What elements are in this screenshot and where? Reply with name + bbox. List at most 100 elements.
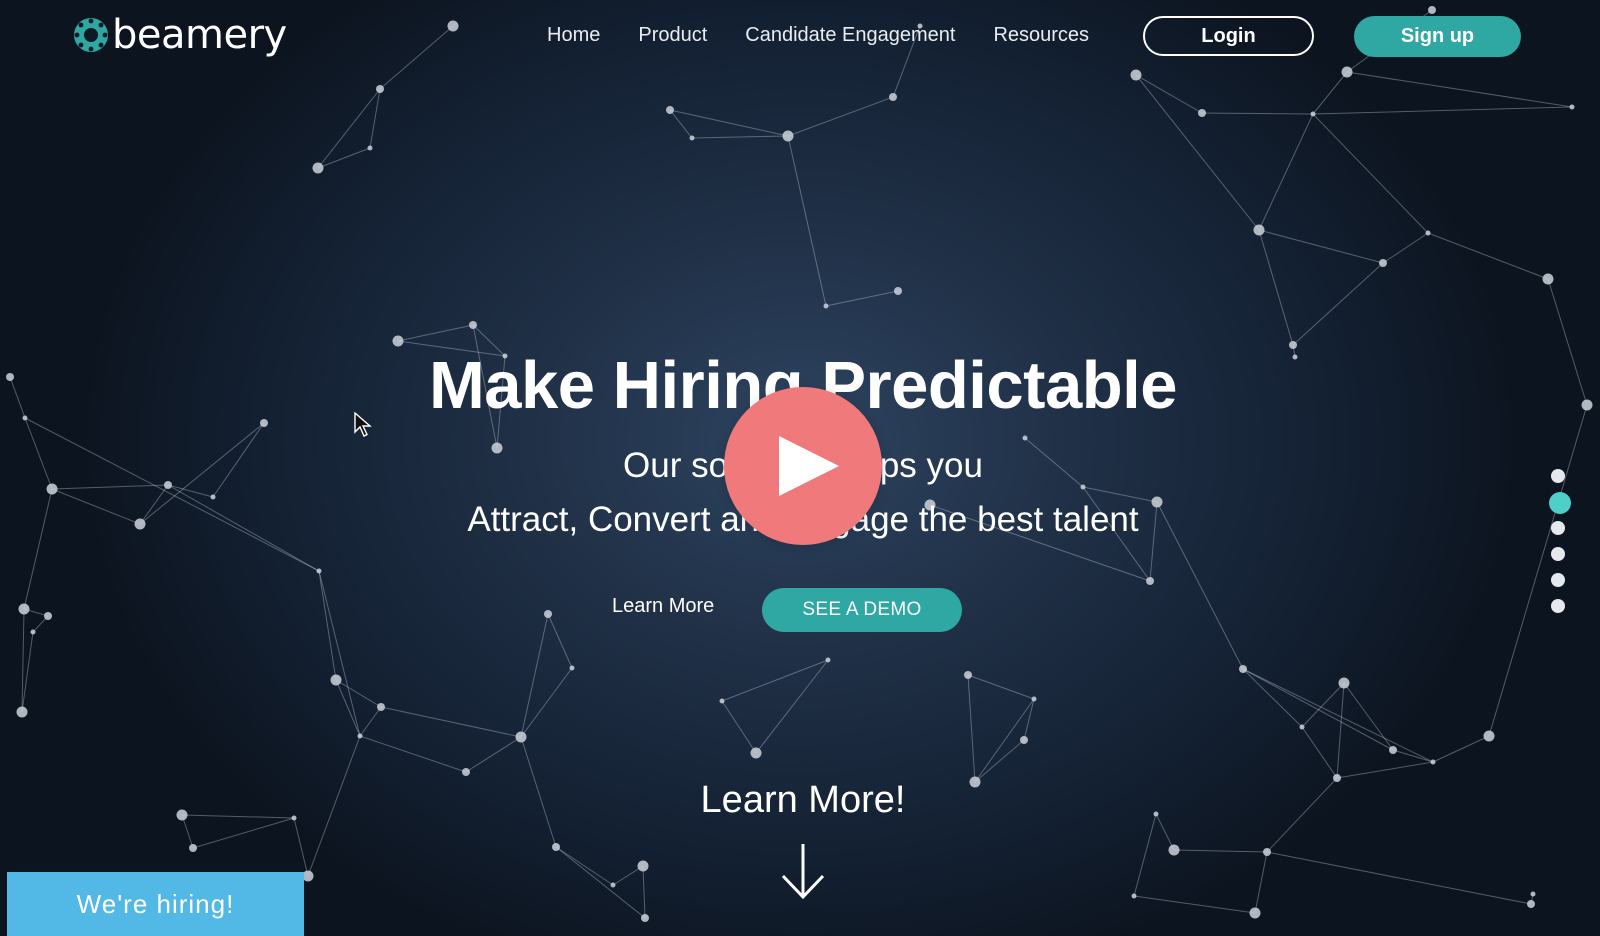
network-edge [1427,232,1549,280]
nav-item-home[interactable]: Home [547,20,600,50]
network-edge [1336,682,1345,779]
network-edge [397,324,474,342]
section-dot-5[interactable] [1551,573,1565,587]
nav-item-resources[interactable]: Resources [993,20,1089,50]
network-edge [547,613,573,669]
nav-item-candidate-engagement[interactable]: Candidate Engagement [745,20,955,50]
network-node [447,20,459,32]
network-node [1430,759,1436,765]
network-node [367,145,373,151]
network-node [357,733,363,739]
network-node [330,674,342,686]
network-edge [1258,113,1314,231]
network-edge [24,417,320,572]
network-edge [1133,813,1157,897]
network-edge [1382,232,1429,264]
section-dot-4[interactable] [1551,547,1565,561]
logo-mark-icon [74,18,108,52]
network-node [637,860,649,872]
network-node [569,665,575,671]
network-node [1168,844,1180,856]
main-nav: Home Product Candidate Engagement Resour… [547,20,1127,50]
network-node [1249,907,1261,919]
arrow-down-icon[interactable] [780,842,826,900]
network-node [1530,891,1536,897]
network-node [1130,69,1142,81]
section-dot-6[interactable] [1551,599,1565,613]
network-node [312,162,324,174]
network-node [1310,111,1316,117]
network-node [544,610,552,618]
network-edge [721,700,757,754]
network-node [894,287,902,295]
network-node [1425,230,1431,236]
network-edge [1242,668,1394,751]
network-node [1527,900,1535,908]
network-edge [1312,113,1429,234]
network-edge [642,865,646,919]
network-node [1198,109,1206,117]
network-edge [1312,106,1573,115]
network-node [1146,577,1154,585]
network-node [889,93,897,101]
network-node [641,914,649,922]
signup-button[interactable]: Sign up [1354,16,1521,57]
network-edge [1242,668,1434,763]
network-edge [318,570,337,681]
network-node [1483,730,1495,742]
network-node [782,130,794,142]
network-node [1389,746,1397,754]
learn-more-link[interactable]: Learn More [612,595,714,618]
section-dot-3[interactable] [1551,521,1565,535]
network-edge [555,846,614,886]
network-node [1379,259,1387,267]
network-edge [379,25,454,90]
logo-wordmark: beamery [112,12,287,58]
network-node [666,106,674,114]
network-node [1020,736,1028,744]
network-node [515,731,527,743]
beamery-logo[interactable]: beamery [72,12,287,58]
network-node [377,703,385,711]
network-node [719,698,725,704]
network-node [16,706,28,718]
network-node [1542,273,1554,285]
network-edge [318,570,361,737]
section-dot-1[interactable] [1551,469,1565,483]
login-button[interactable]: Login [1143,16,1314,56]
network-edge [1432,735,1490,763]
network-node [610,882,616,888]
see-a-demo-button[interactable]: SEE A DEMO [762,588,962,632]
section-dot-2-active[interactable] [1549,492,1571,514]
network-edge [787,135,827,307]
nav-item-product[interactable]: Product [638,20,707,50]
network-edge [1312,71,1348,115]
network-node [1299,724,1305,730]
network-edge [1343,682,1394,751]
network-node [552,843,560,851]
network-node [392,335,404,347]
network-node [316,568,322,574]
network-edge [1258,229,1384,264]
network-edge [1242,668,1303,728]
network-edge [691,135,789,139]
network-node [1031,696,1037,702]
network-edge [359,735,467,773]
network-edge [967,674,976,783]
scroll-learn-more-label[interactable]: Learn More! [0,776,1600,824]
network-edge [1254,851,1268,914]
network-node [18,603,30,615]
mouse-cursor-icon [354,412,372,437]
play-video-button[interactable] [724,387,882,545]
network-edge [1266,851,1532,905]
network-node [750,747,762,759]
network-node [1253,224,1265,236]
network-edge [335,679,382,708]
network-edge [1292,262,1384,346]
network-edge [967,674,1035,700]
network-edge [1135,74,1260,231]
were-hiring-tab[interactable]: We're hiring! [7,872,304,936]
network-edge [1258,229,1294,346]
section-pagination [1549,469,1571,625]
network-edge [369,88,381,149]
